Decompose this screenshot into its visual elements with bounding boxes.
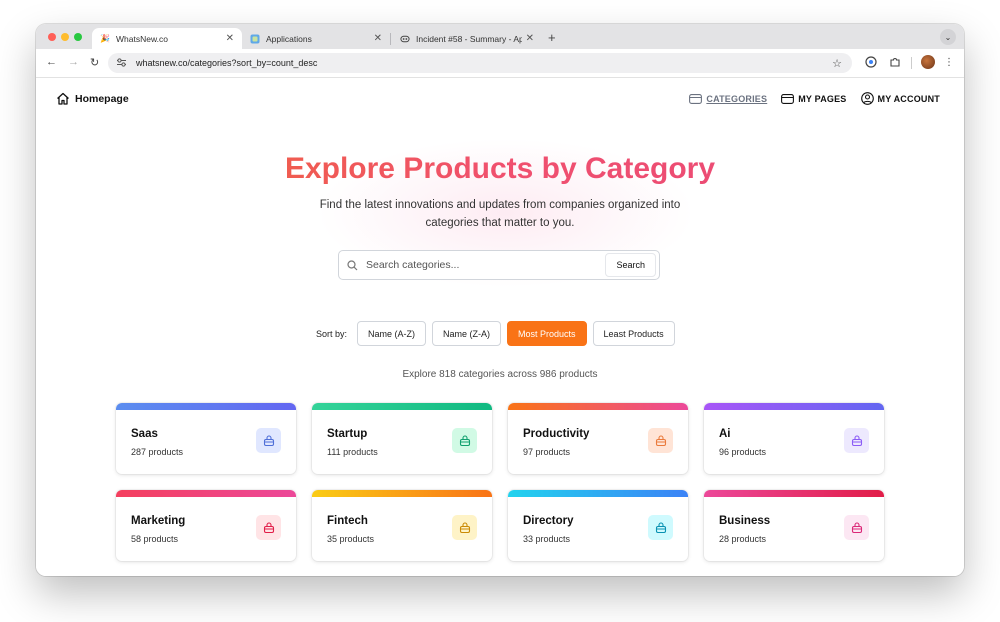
sort-label: Sort by: xyxy=(316,328,348,339)
tab-label: Incident #58 - Summary - Ap xyxy=(416,33,522,44)
page-subtitle: Find the latest innovations and updates … xyxy=(319,199,681,229)
sort-most-products-button[interactable]: Most Products xyxy=(507,321,587,346)
page-title: Explore Products by Category xyxy=(36,152,964,186)
tab-incident[interactable]: Incident #58 - Summary - Ap ✕ xyxy=(392,28,542,49)
category-card-marketing[interactable]: Marketing 58 products xyxy=(116,490,296,561)
profile-avatar[interactable] xyxy=(921,55,935,69)
category-count: 97 products xyxy=(523,447,571,457)
card-accent-bar xyxy=(508,403,688,410)
nav-my-pages[interactable]: MY PAGES xyxy=(781,94,846,104)
category-count: 111 products xyxy=(327,447,378,457)
sort-controls: Sort by: Name (A-Z) Name (Z-A) Most Prod… xyxy=(316,321,681,346)
homepage-label: Homepage xyxy=(75,92,129,105)
address-bar[interactable]: whatsnew.co/categories?sort_by=count_des… xyxy=(108,53,852,73)
category-card-productivity[interactable]: Productivity 97 products xyxy=(508,403,688,474)
bag-icon xyxy=(452,428,477,453)
nav-categories[interactable]: CATEGORIES xyxy=(689,94,767,104)
category-card-saas[interactable]: Saas 287 products xyxy=(116,403,296,474)
category-count: 35 products xyxy=(327,534,375,544)
homepage-link[interactable]: Homepage xyxy=(56,92,129,105)
minimize-window-button[interactable] xyxy=(61,33,69,41)
category-card-fintech[interactable]: Fintech 35 products xyxy=(312,490,492,561)
card-accent-bar xyxy=(312,490,492,497)
bag-icon xyxy=(256,515,281,540)
search-bar: Search xyxy=(338,250,660,280)
bag-icon xyxy=(648,428,673,453)
extension-icon[interactable] xyxy=(864,55,878,69)
tab-search-icon[interactable]: ⌄ xyxy=(940,29,956,45)
kebab-menu-icon[interactable]: ⋮ xyxy=(942,55,956,69)
bag-icon xyxy=(648,515,673,540)
sort-least-products-button[interactable]: Least Products xyxy=(592,321,675,346)
category-card-business[interactable]: Business 28 products xyxy=(704,490,884,561)
nav-my-account[interactable]: MY ACCOUNT xyxy=(860,92,941,105)
reload-icon[interactable]: ↻ xyxy=(90,56,99,69)
card-accent-bar xyxy=(116,403,296,410)
card-icon xyxy=(689,93,703,104)
new-tab-button[interactable]: + xyxy=(548,30,556,45)
browser-window: 🎉 WhatsNew.co ✕ Applications ✕ Incident … xyxy=(36,24,964,576)
card-icon xyxy=(781,93,795,104)
category-card-directory[interactable]: Directory 33 products xyxy=(508,490,688,561)
tab-bar: 🎉 WhatsNew.co ✕ Applications ✕ Incident … xyxy=(36,24,964,49)
card-accent-bar xyxy=(704,490,884,497)
category-name: Ai xyxy=(719,428,731,440)
bookmark-star-icon[interactable]: ☆ xyxy=(832,57,842,70)
close-window-button[interactable] xyxy=(48,33,56,41)
nav-label: CATEGORIES xyxy=(706,93,768,104)
search-input[interactable] xyxy=(364,258,606,272)
sort-name-asc-button[interactable]: Name (A-Z) xyxy=(357,321,427,346)
bag-icon xyxy=(844,515,869,540)
tab-applications[interactable]: Applications ✕ xyxy=(242,28,390,49)
forward-arrow-icon[interactable]: → xyxy=(68,56,79,68)
close-icon[interactable]: ✕ xyxy=(226,33,234,44)
category-count: 28 products xyxy=(719,534,767,544)
card-accent-bar xyxy=(312,403,492,410)
browser-toolbar: ← → ↻ whatsnew.co/categories?sort_by=cou… xyxy=(36,49,964,78)
card-accent-bar xyxy=(116,490,296,497)
tab-whatsnew[interactable]: 🎉 WhatsNew.co ✕ xyxy=(92,28,242,49)
site-settings-icon[interactable] xyxy=(116,57,130,69)
nav-label: MY ACCOUNT xyxy=(877,93,940,104)
categories-summary: Explore 818 categories across 986 produc… xyxy=(402,369,598,380)
home-icon xyxy=(57,92,69,105)
category-card-startup[interactable]: Startup 111 products xyxy=(312,403,492,474)
main-nav: CATEGORIES MY PAGES MY ACCOUNT xyxy=(689,92,940,105)
maximize-window-button[interactable] xyxy=(74,33,82,41)
category-count: 96 products xyxy=(719,447,767,457)
search-icon xyxy=(347,259,358,270)
category-count: 33 products xyxy=(523,534,571,544)
user-circle-icon xyxy=(860,92,874,105)
category-name: Directory xyxy=(523,515,574,527)
bag-icon xyxy=(844,428,869,453)
close-icon[interactable]: ✕ xyxy=(374,33,382,44)
category-name: Business xyxy=(719,515,771,527)
incident-icon xyxy=(400,34,410,44)
tab-label: Applications xyxy=(266,33,312,44)
category-count: 58 products xyxy=(131,534,179,544)
category-card-ai[interactable]: Ai 96 products xyxy=(704,403,884,474)
page-content: Homepage CATEGORIES MY PAGES MY ACCOUNT … xyxy=(36,78,964,576)
category-name: Startup xyxy=(327,428,368,440)
category-name: Marketing xyxy=(131,515,186,527)
party-icon: 🎉 xyxy=(100,34,110,43)
url-text: whatsnew.co/categories?sort_by=count_des… xyxy=(136,58,318,68)
category-name: Saas xyxy=(131,428,158,440)
category-name: Productivity xyxy=(523,428,590,440)
bag-icon xyxy=(256,428,281,453)
puzzle-icon[interactable] xyxy=(888,55,902,69)
category-count: 287 products xyxy=(131,447,184,457)
nav-label: MY PAGES xyxy=(798,93,847,104)
close-icon[interactable]: ✕ xyxy=(526,33,534,44)
app-icon xyxy=(250,34,260,44)
bag-icon xyxy=(452,515,477,540)
card-accent-bar xyxy=(508,490,688,497)
back-arrow-icon[interactable]: ← xyxy=(46,56,57,68)
search-button[interactable]: Search xyxy=(605,253,656,277)
card-accent-bar xyxy=(704,403,884,410)
category-name: Fintech xyxy=(327,515,368,527)
sort-name-desc-button[interactable]: Name (Z-A) xyxy=(432,321,502,346)
tab-label: WhatsNew.co xyxy=(116,33,168,44)
